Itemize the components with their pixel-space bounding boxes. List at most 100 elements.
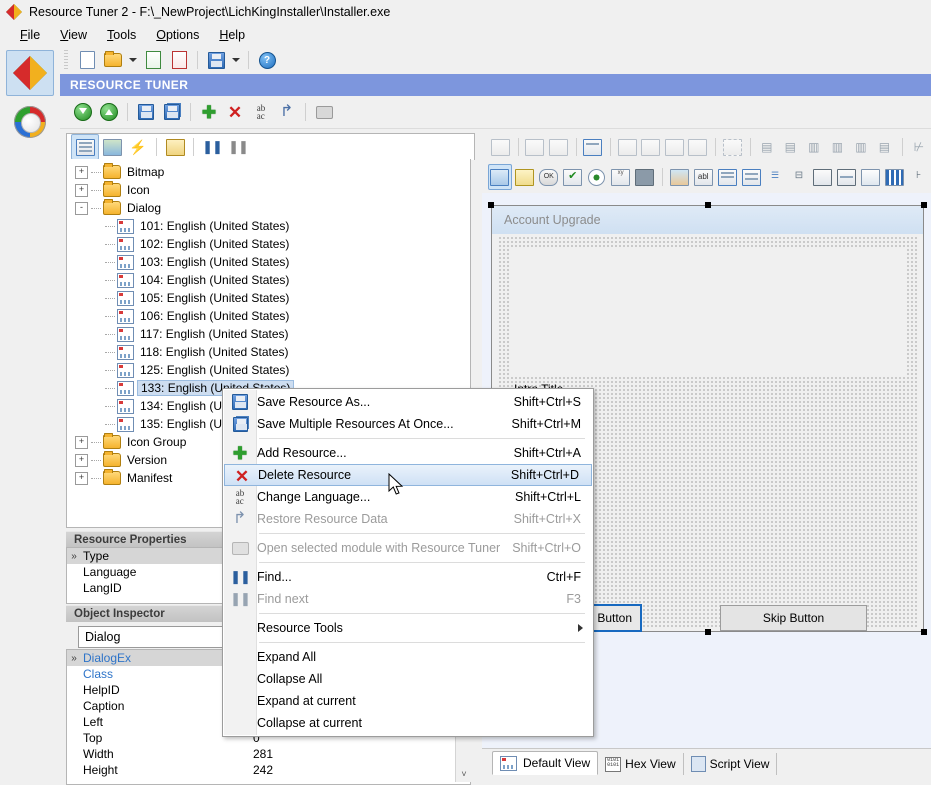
- preview-button[interactable]: [99, 135, 125, 159]
- tab-default-view[interactable]: Default View: [492, 751, 599, 775]
- menu-item[interactable]: Collapse at current: [223, 712, 593, 734]
- bring-to-front-button[interactable]: [616, 135, 639, 159]
- import-resource-button[interactable]: [96, 100, 122, 124]
- listbox-tool-button[interactable]: [740, 165, 763, 189]
- context-menu[interactable]: Save Resource As... Shift+Ctrl+S Save Mult…: [222, 388, 594, 737]
- toolbar-grip[interactable]: [64, 50, 68, 70]
- tree-item[interactable]: 106: English (United States): [67, 307, 470, 325]
- pointer-tool-button[interactable]: [487, 164, 513, 190]
- menu-item[interactable]: ✚ Add Resource... Shift+Ctrl+A: [223, 442, 593, 464]
- align-top-button[interactable]: ▥: [826, 135, 849, 159]
- tree-item[interactable]: - Dialog: [67, 199, 470, 217]
- print-button[interactable]: [311, 100, 337, 124]
- new-document-button[interactable]: [74, 48, 100, 72]
- restore-resource-button[interactable]: ↰: [274, 100, 300, 124]
- combobox-tool-button[interactable]: [716, 165, 739, 189]
- treeview-tool-button[interactable]: ⊟: [787, 165, 810, 189]
- close-file-button[interactable]: [166, 48, 192, 72]
- find-button[interactable]: ❚❚: [199, 135, 225, 159]
- resize-handle[interactable]: [921, 629, 927, 635]
- align-grid-button[interactable]: [663, 135, 686, 159]
- menu-item[interactable]: Save Multiple Resources At Once... Shift+…: [223, 413, 593, 435]
- open-file-button[interactable]: [100, 48, 126, 72]
- menu-item[interactable]: Expand at current: [223, 690, 593, 712]
- tree-expander[interactable]: +: [75, 165, 88, 179]
- page-tool-button[interactable]: [859, 165, 882, 189]
- tree-expander[interactable]: -: [75, 201, 88, 215]
- property-row[interactable]: Width 281: [67, 746, 470, 762]
- menu-item[interactable]: Expand All: [223, 646, 593, 668]
- spin-tool-button[interactable]: [835, 165, 858, 189]
- menu-item[interactable]: Save Resource As... Shift+Ctrl+S: [223, 391, 593, 413]
- add-resource-button[interactable]: ✚: [196, 100, 222, 124]
- groupbox-tool-button[interactable]: xy: [609, 165, 632, 189]
- lock-controls-button[interactable]: [524, 135, 547, 159]
- tab-order-button[interactable]: [687, 135, 710, 159]
- resize-handle[interactable]: [921, 202, 927, 208]
- resize-handle[interactable]: [705, 202, 711, 208]
- edit-tool-button[interactable]: abl: [692, 165, 715, 189]
- tab-script-view[interactable]: Script View: [684, 753, 778, 775]
- skip-button-preview[interactable]: Skip Button: [720, 605, 867, 631]
- tree-item[interactable]: 102: English (United States): [67, 235, 470, 253]
- tab-control-tool-button[interactable]: [811, 165, 834, 189]
- property-row[interactable]: Height 242: [67, 762, 470, 778]
- button-tool-button[interactable]: OK: [537, 165, 560, 189]
- radio-tool-button[interactable]: [585, 165, 608, 189]
- refresh-button[interactable]: [140, 48, 166, 72]
- align-middle-button[interactable]: ▤: [873, 135, 896, 159]
- tree-item[interactable]: 101: English (United States): [67, 217, 470, 235]
- menu-options[interactable]: Options: [146, 26, 209, 44]
- picture-tool-button[interactable]: [668, 165, 691, 189]
- export-resource-button[interactable]: [70, 100, 96, 124]
- menu-file[interactable]: FFileile: [10, 26, 50, 44]
- align-left-button[interactable]: ▤: [756, 135, 779, 159]
- menu-help[interactable]: Help: [209, 26, 255, 44]
- frame-tool-button[interactable]: [633, 165, 656, 189]
- select-tool-button[interactable]: [489, 135, 512, 159]
- test-dialog-button[interactable]: [582, 135, 605, 159]
- align-bottom-button[interactable]: ▥: [850, 135, 873, 159]
- tree-item[interactable]: 118: English (United States): [67, 343, 470, 361]
- tree-item[interactable]: 104: English (United States): [67, 271, 470, 289]
- tab-hex-view[interactable]: 0101 0101 Hex View: [598, 753, 684, 775]
- open-dropdown-button[interactable]: [126, 48, 140, 72]
- save-button[interactable]: [203, 48, 229, 72]
- object-inspector-combo[interactable]: Dialog: [78, 626, 231, 648]
- tree-expander[interactable]: +: [75, 471, 88, 485]
- static-text-tool-button[interactable]: [513, 165, 536, 189]
- change-language-button[interactable]: ab ac: [248, 100, 274, 124]
- progress-tool-button[interactable]: [883, 165, 906, 189]
- delete-resource-button[interactable]: ✕: [222, 100, 248, 124]
- resize-handle[interactable]: [705, 629, 711, 635]
- find-next-button[interactable]: ❚❚: [225, 135, 251, 159]
- tree-item[interactable]: 125: English (United States): [67, 361, 470, 379]
- tree-expander[interactable]: +: [75, 435, 88, 449]
- align-center-h-button[interactable]: ▥: [803, 135, 826, 159]
- list-view-button[interactable]: [71, 134, 99, 160]
- tree-item[interactable]: + Icon: [67, 181, 470, 199]
- filter-button[interactable]: ⚡: [125, 135, 151, 159]
- scroll-down-icon[interactable]: ˅: [456, 766, 472, 782]
- resize-handle[interactable]: [488, 202, 494, 208]
- slider-tool-button[interactable]: ⊦: [907, 165, 930, 189]
- unlock-controls-button[interactable]: [547, 135, 570, 159]
- tree-item[interactable]: 103: English (United States): [67, 253, 470, 271]
- tree-item[interactable]: 117: English (United States): [67, 325, 470, 343]
- send-to-back-button[interactable]: [640, 135, 663, 159]
- rail-resource-tuner-button[interactable]: [6, 50, 54, 96]
- help-button[interactable]: ?: [254, 48, 280, 72]
- save-multiple-resources-button[interactable]: [159, 100, 185, 124]
- save-dropdown-button[interactable]: [229, 48, 243, 72]
- menu-item[interactable]: ab ac Change Language... Shift+Ctrl+L: [223, 486, 593, 508]
- checkbox-tool-button[interactable]: ✔: [561, 165, 584, 189]
- listview-tool-button[interactable]: ☰: [764, 165, 787, 189]
- tree-item[interactable]: 105: English (United States): [67, 289, 470, 307]
- space-horizontal-button[interactable]: ⊬: [908, 135, 931, 159]
- tree-expander[interactable]: +: [75, 183, 88, 197]
- menu-tools[interactable]: Tools: [97, 26, 146, 44]
- dialog-inner-pane[interactable]: [510, 248, 905, 376]
- rail-second-tool-button[interactable]: [7, 100, 53, 144]
- select-all-button[interactable]: [721, 135, 744, 159]
- tree-item[interactable]: + Bitmap: [67, 163, 470, 181]
